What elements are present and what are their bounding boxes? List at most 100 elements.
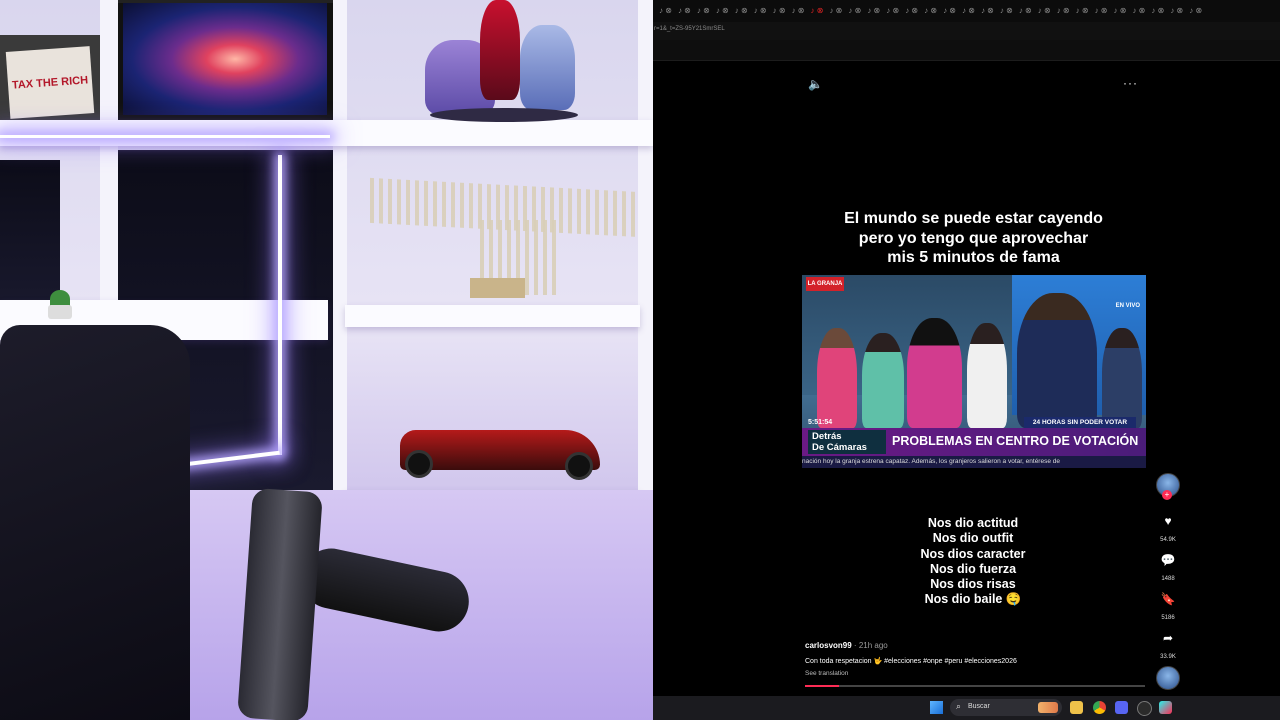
video-progress-fill — [805, 685, 839, 687]
car-wheel — [405, 450, 433, 478]
taskbar-search[interactable]: ⌕ Buscar — [950, 699, 1062, 716]
browser-tab[interactable]: ♪ ⊗ — [1057, 0, 1070, 22]
caption-line: Nos dios caracter — [920, 546, 1026, 561]
caption-line: mis 5 minutos de fama — [887, 249, 1060, 266]
post-description: Con toda respetacion 🤟 #elecciones #onpe… — [805, 658, 1017, 665]
shelf-board — [345, 305, 640, 327]
person — [862, 333, 904, 428]
browser-tab[interactable]: ♪ ⊗ — [1038, 0, 1051, 22]
browser-tab[interactable]: ♪ ⊗ — [1000, 0, 1013, 22]
tiktok-icon[interactable] — [1159, 701, 1172, 714]
person — [1102, 328, 1142, 428]
browser-tab[interactable]: ♪ ⊗ — [848, 0, 861, 22]
discord-icon[interactable] — [1115, 701, 1128, 714]
galaxy-artwork — [114, 0, 336, 124]
webcam-feed: TAX THE RICH — [0, 0, 653, 720]
video-caption-bottom: Nos dio actitud Nos dio outfit Nos dios … — [872, 516, 1074, 608]
caption-line: El mundo se puede estar cayendo — [844, 210, 1103, 227]
obs-icon[interactable] — [1137, 701, 1152, 716]
reporter — [907, 318, 962, 428]
caption-line: Nos dio outfit — [932, 531, 1014, 546]
taskbar: ⌕ Buscar — [653, 696, 1280, 720]
browser-tab[interactable]: ♪ ⊗ — [773, 0, 786, 22]
browser-tab[interactable]: ♪ ⊗ — [962, 0, 975, 22]
windows-start-icon[interactable] — [930, 701, 943, 714]
volume-icon[interactable]: 🔈 — [808, 77, 823, 91]
video-progress-bar[interactable] — [805, 685, 1145, 687]
search-icon: ⌕ — [956, 701, 962, 711]
segment-tag-line: Detrás — [812, 431, 842, 442]
heart-icon[interactable]: ♥ — [1153, 514, 1183, 528]
browser-window: ♪ ⊗ ♪ ⊗ ♪ ⊗ ♪ ⊗ ♪ ⊗ ♪ ⊗ ♪ ⊗ ♪ ⊗ ♪ ⊗ ♪ ⊗ ♪ ⊗ ♪ ⊗ ♪ ⊗ ♪… — [653, 0, 1280, 720]
browser-tab[interactable]: ♪ ⊗ — [1170, 0, 1183, 22]
gaming-chair — [0, 325, 190, 720]
browser-tab[interactable]: ♪ ⊗ — [1076, 0, 1089, 22]
browser-tab[interactable]: ♪ ⊗ — [792, 0, 805, 22]
browser-tab[interactable]: ♪ ⊗ — [697, 0, 710, 22]
segment-tag-line: De Cámaras — [812, 442, 867, 453]
browser-tab[interactable]: ♪ ⊗ — [1189, 0, 1202, 22]
caption-line: Nos dio fuerza — [929, 561, 1017, 576]
news-video-frame[interactable]: LA GRANJA EN VIVO 5:51:54 24 HORAS SIN P… — [802, 275, 1146, 468]
browser-tab[interactable]: ♪ ⊗ — [659, 0, 672, 22]
video-caption-top: El mundo se puede estar cayendo pero yo … — [802, 209, 1145, 268]
post-time: · 21h ago — [851, 641, 888, 650]
bookmarks-bar — [653, 40, 1280, 61]
browser-tab[interactable]: ♪ ⊗ — [867, 0, 880, 22]
browser-tab[interactable]: ♪ ⊗ — [981, 0, 994, 22]
browser-tab[interactable]: ♪ ⊗ — [811, 0, 824, 22]
official — [1017, 293, 1097, 428]
browser-tab[interactable]: ♪ ⊗ — [735, 0, 748, 22]
browser-tab[interactable]: ♪ ⊗ — [905, 0, 918, 22]
neon-light — [0, 135, 330, 138]
shelf-divider — [100, 0, 118, 330]
neon-light — [278, 155, 282, 455]
folder-icon[interactable] — [1070, 701, 1083, 714]
news-lower-third: Detrás De Cámaras PROBLEMAS EN CENTRO DE… — [802, 428, 1146, 456]
caption-line: Nos dio actitud — [927, 516, 1019, 530]
browser-tab[interactable]: ♪ ⊗ — [924, 0, 937, 22]
author-name[interactable]: carlosvon99 — [805, 641, 852, 650]
sound-disc-icon[interactable] — [1156, 666, 1180, 690]
plant-pot — [48, 305, 72, 319]
bookmark-icon[interactable]: 🔖 — [1153, 592, 1183, 606]
news-subtag: 24 HORAS SIN PODER VOTAR — [1024, 417, 1136, 428]
browser-tab[interactable]: ♪ ⊗ — [1114, 0, 1127, 22]
browser-tab[interactable]: ♪ ⊗ — [678, 0, 691, 22]
poster-text: TAX THE RICH — [5, 46, 95, 119]
search-placeholder: Buscar — [968, 703, 990, 710]
poster-frame: TAX THE RICH — [0, 35, 100, 130]
browser-tab[interactable]: ♪ ⊗ — [1019, 0, 1032, 22]
chrome-icon[interactable] — [1093, 701, 1106, 714]
post-author[interactable]: carlosvon99 · 21h ago — [805, 641, 888, 650]
toy-figure — [520, 25, 575, 110]
browser-tab[interactable]: ♪ ⊗ — [1151, 0, 1164, 22]
follow-button[interactable]: + — [1162, 490, 1172, 500]
car-wheel — [565, 452, 593, 480]
share-count: 33.9K — [1160, 654, 1176, 660]
save-count: 5186 — [1161, 615, 1175, 621]
share-icon[interactable]: ➦ — [1153, 631, 1183, 645]
shelf-divider — [333, 0, 347, 500]
person — [967, 323, 1007, 428]
more-options-button[interactable]: ··· — [1123, 76, 1138, 90]
browser-tab[interactable]: ♪ ⊗ — [716, 0, 729, 22]
search-highlight-icon — [1038, 702, 1058, 713]
figure-base — [430, 108, 578, 122]
caption-line: Nos dios risas — [930, 577, 1016, 592]
browser-tab[interactable]: ♪ ⊗ — [943, 0, 956, 22]
url-text[interactable]: r=1&_t=ZS-95Y21SmrSEL — [654, 26, 725, 32]
see-translation-link[interactable]: See translation — [805, 670, 848, 677]
segment-tag: Detrás De Cámaras — [808, 430, 886, 454]
browser-tab[interactable]: ♪ ⊗ — [886, 0, 899, 22]
person — [817, 328, 857, 428]
address-bar[interactable]: r=1&_t=ZS-95Y21SmrSEL — [653, 22, 1280, 41]
browser-tab[interactable]: ♪ ⊗ — [1132, 0, 1145, 22]
live-badge: EN VIVO — [1115, 303, 1140, 309]
comment-icon[interactable]: 💬 — [1153, 553, 1183, 567]
browser-tab[interactable]: ♪ ⊗ — [1095, 0, 1108, 22]
caption-line: pero yo tengo que aprovechar — [858, 229, 1089, 247]
browser-tab[interactable]: ♪ ⊗ — [754, 0, 767, 22]
browser-tab[interactable]: ♪ ⊗ — [829, 0, 842, 22]
comment-count: 1488 — [1161, 576, 1175, 582]
